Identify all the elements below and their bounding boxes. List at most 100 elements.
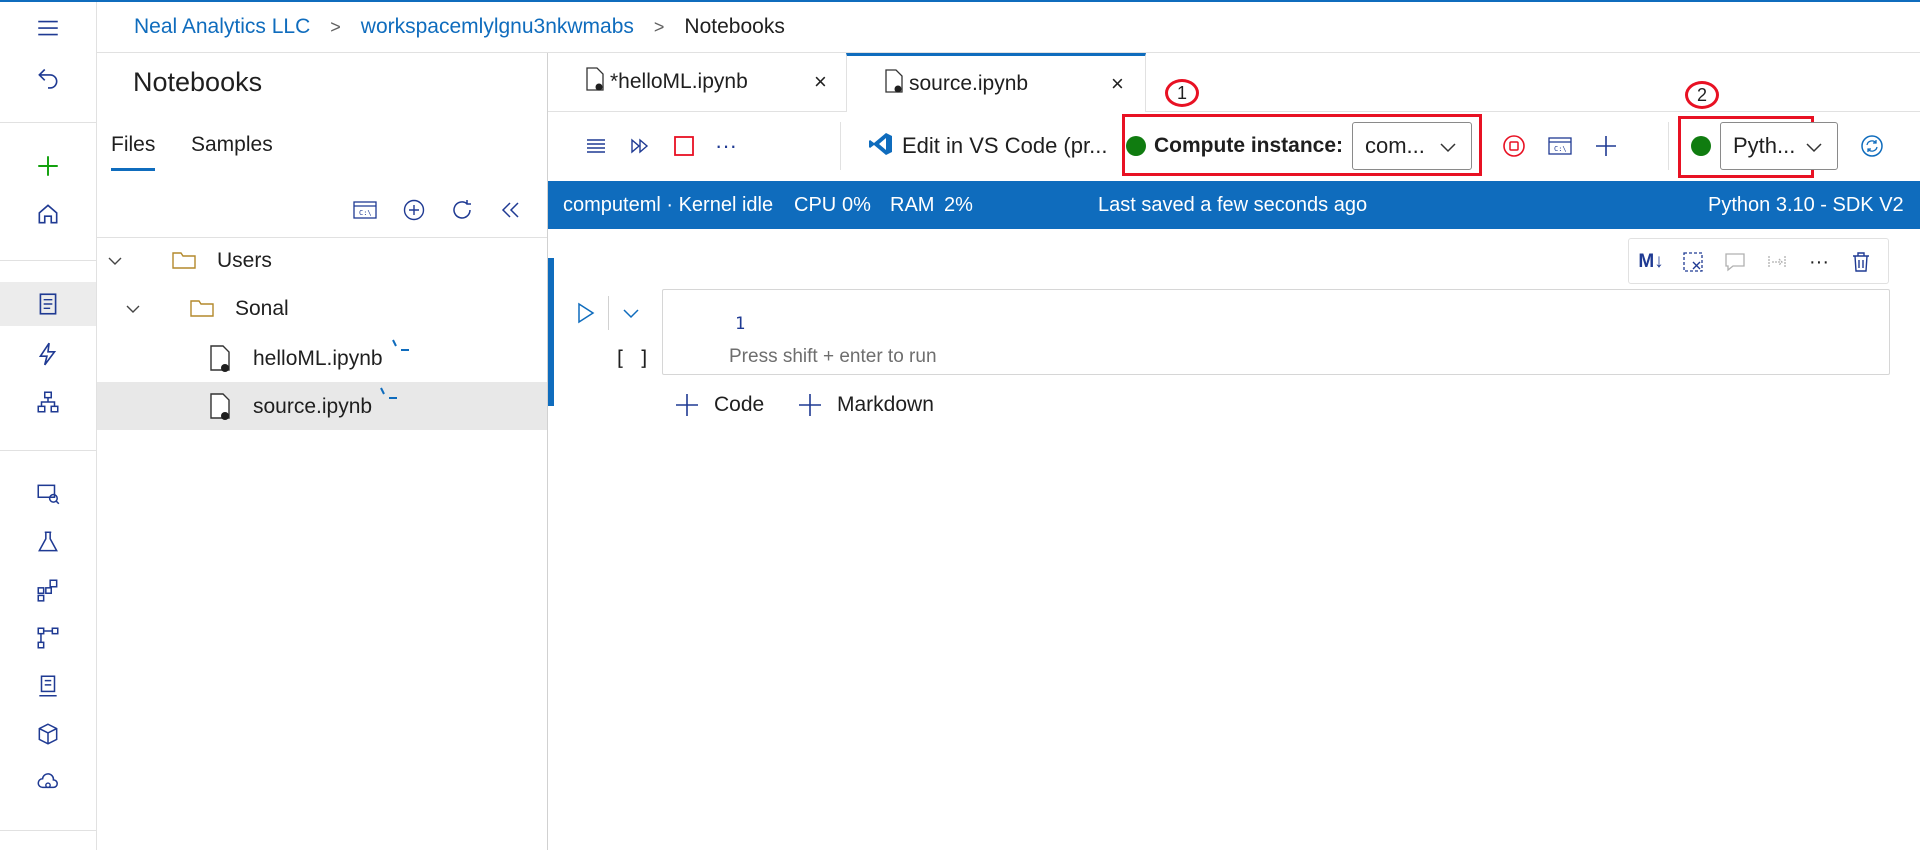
data-icon[interactable] <box>0 472 96 516</box>
annotation-marker-1: 1 <box>1165 79 1199 107</box>
status-cpu-label: CPU <box>794 194 837 216</box>
refresh-icon[interactable] <box>445 193 479 227</box>
breadcrumb-workspace-link[interactable]: workspacemlylgnu3nkwmabs <box>361 15 634 39</box>
tree-label-helloml: helloML.ipynb <box>253 347 383 370</box>
stop-icon[interactable] <box>666 112 702 180</box>
add-code-label: Code <box>714 393 765 416</box>
toggle-markdown-icon[interactable]: M↓ <box>1635 246 1667 278</box>
plus-icon <box>676 394 698 416</box>
edit-vscode-label: Edit in VS Code (pr... <box>902 133 1108 158</box>
notebook-file-icon <box>584 66 606 98</box>
chevron-down-icon[interactable] <box>123 299 143 319</box>
tab-helloml[interactable]: *helloML.ipynb × <box>584 53 874 111</box>
tree-folder-users[interactable]: Users <box>97 237 547 285</box>
compute-instance-value: com... <box>1365 133 1425 158</box>
status-compute-kernel: computeml · Kernel idle <box>563 194 774 216</box>
tree-label-source: source.ipynb <box>253 395 373 418</box>
automated-ml-icon[interactable] <box>0 332 96 376</box>
run-cell-icon[interactable] <box>572 300 600 328</box>
endpoints-cloud-icon[interactable] <box>0 760 96 804</box>
svg-text:C:\: C:\ <box>359 209 372 217</box>
run-all-icon[interactable] <box>622 112 658 180</box>
active-cell-indicator <box>548 258 554 406</box>
kernel-running-status-dot <box>1691 136 1711 156</box>
environments-icon[interactable] <box>0 664 96 708</box>
delete-cell-icon[interactable] <box>1845 246 1877 278</box>
tree-folder-sonal[interactable]: Sonal <box>97 285 547 333</box>
models-cube-icon[interactable] <box>0 712 96 756</box>
status-cpu-value: 0% <box>842 194 871 216</box>
add-markdown-label: Markdown <box>837 393 934 416</box>
chevron-right-icon: > <box>330 16 341 37</box>
chevron-right-icon: > <box>653 16 665 37</box>
folder-icon <box>171 249 197 271</box>
kernel-dropdown[interactable]: Pyth... <box>1720 122 1838 170</box>
tab-label: source.ipynb <box>909 72 1029 95</box>
open-terminal-icon[interactable]: C:\ <box>1542 112 1578 180</box>
tab-files[interactable]: Files <box>111 133 156 171</box>
comment-icon <box>1719 246 1751 278</box>
tree-file-helloml[interactable]: helloML.ipynb <box>97 334 547 382</box>
components-icon[interactable] <box>0 568 96 612</box>
loading-spinner-icon <box>387 336 413 368</box>
jobs-flask-icon[interactable] <box>0 520 96 564</box>
refresh-kernel-icon[interactable] <box>1854 112 1890 180</box>
compute-running-status-dot <box>1126 136 1146 156</box>
code-cell-editor[interactable]: 1 Press shift + enter to run <box>662 289 1890 375</box>
chevron-down-icon[interactable] <box>105 251 125 271</box>
pipelines-icon[interactable] <box>0 616 96 660</box>
divider <box>608 296 609 330</box>
cell-more-icon[interactable]: ··· <box>1803 246 1835 278</box>
tab-source[interactable]: source.ipynb × <box>846 53 1146 112</box>
kernel-value: Pyth... <box>1733 133 1796 158</box>
notebook-tabs: *helloML.ipynb × source.ipynb × 1 2 <box>548 53 1920 112</box>
plus-icon <box>799 394 821 416</box>
cell-toolbar: M↓ ··· <box>1628 238 1889 284</box>
line-number: 1 <box>735 314 746 334</box>
panel-title: Notebooks <box>133 67 263 97</box>
compute-instance-label: Compute instance: <box>1154 134 1344 157</box>
table-of-contents-icon[interactable] <box>578 112 614 180</box>
loading-spinner-icon <box>375 384 401 416</box>
hamburger-menu-icon[interactable] <box>0 6 96 50</box>
tab-samples[interactable]: Samples <box>191 133 273 157</box>
close-tab-icon[interactable]: × <box>1111 71 1124 97</box>
left-nav-rail <box>0 2 97 850</box>
vscode-icon <box>868 131 894 162</box>
notebook-file-icon <box>883 68 905 100</box>
stop-compute-icon[interactable] <box>1496 112 1532 180</box>
status-kernel-version: Python 3.10 - SDK V2 <box>1708 194 1904 216</box>
add-compute-icon[interactable] <box>1588 112 1624 180</box>
folder-icon <box>189 297 215 319</box>
more-options-icon[interactable]: ··· <box>708 112 744 180</box>
notebooks-nav-icon[interactable] <box>0 282 96 326</box>
tab-label: *helloML.ipynb <box>610 70 748 93</box>
cell-placeholder: Press shift + enter to run <box>729 346 937 367</box>
chevron-down-icon <box>1437 136 1459 164</box>
close-tab-icon[interactable]: × <box>814 69 827 95</box>
collapse-panel-icon[interactable] <box>493 193 527 227</box>
add-file-icon[interactable] <box>397 193 431 227</box>
compute-instance-dropdown[interactable]: com... <box>1352 122 1472 170</box>
tree-file-source[interactable]: source.ipynb <box>97 382 547 430</box>
annotation-marker-2: 2 <box>1685 81 1719 109</box>
new-plus-icon[interactable] <box>0 144 96 188</box>
status-last-saved: Last saved a few seconds ago <box>1098 194 1368 216</box>
cell-options-chevron-icon[interactable] <box>618 300 646 328</box>
files-panel: Notebooks Files Samples C:\ Users Sonal <box>97 53 548 850</box>
breadcrumb-org-link[interactable]: Neal Analytics LLC <box>134 15 310 39</box>
terminal-icon[interactable]: C:\ <box>348 193 382 227</box>
designer-icon[interactable] <box>0 380 96 424</box>
add-code-cell-button[interactable]: Code <box>674 392 764 418</box>
edit-in-vscode-button[interactable]: Edit in VS Code (pr... <box>868 112 1107 180</box>
add-markdown-cell-button[interactable]: Markdown <box>797 392 934 418</box>
status-ram-value: 2% <box>944 194 973 216</box>
breadcrumb: Neal Analytics LLC > workspacemlylgnu3nk… <box>97 2 1920 53</box>
chevron-down-icon <box>1803 136 1825 164</box>
svg-text:C:\: C:\ <box>1554 145 1567 153</box>
back-icon[interactable] <box>0 54 96 98</box>
home-icon[interactable] <box>0 192 96 236</box>
clear-output-icon[interactable] <box>1677 246 1709 278</box>
tree-label-sonal: Sonal <box>235 297 289 320</box>
tree-label-users: Users <box>217 249 272 272</box>
